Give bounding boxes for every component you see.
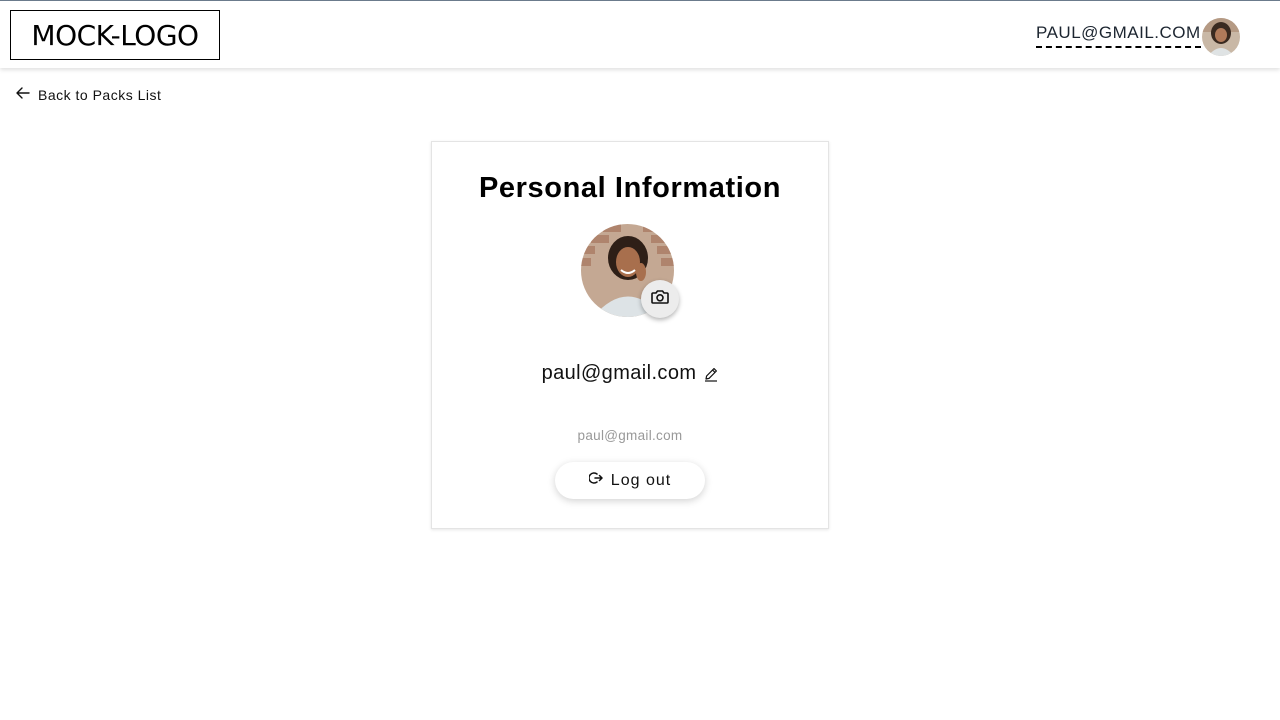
profile-email: paul@gmail.com [577, 428, 683, 443]
page-title: Personal Information [478, 172, 782, 204]
profile-name-row: paul@gmail.com [432, 362, 828, 385]
logout-button[interactable]: Log out [555, 462, 705, 499]
back-to-packs-link[interactable]: Back to Packs List [16, 86, 161, 103]
profile-name: paul@gmail.com [541, 362, 697, 384]
top-header: MOCK-LOGO PAUL@GMAIL.COM [0, 0, 1280, 68]
logout-label: Log out [610, 471, 672, 489]
camera-icon [651, 289, 669, 309]
header-user-email[interactable]: PAUL@GMAIL.COM [1036, 23, 1201, 48]
change-photo-button[interactable] [641, 280, 679, 318]
header-avatar[interactable] [1202, 18, 1240, 56]
avatar-photo-icon [1202, 18, 1240, 56]
pencil-icon[interactable] [704, 366, 718, 382]
logout-icon [588, 471, 603, 490]
arrow-left-icon [16, 86, 30, 103]
back-link-label: Back to Packs List [38, 86, 162, 103]
personal-info-card: Personal Information paul@gmail.com paul… [431, 141, 829, 529]
logo[interactable]: MOCK-LOGO [10, 10, 220, 60]
